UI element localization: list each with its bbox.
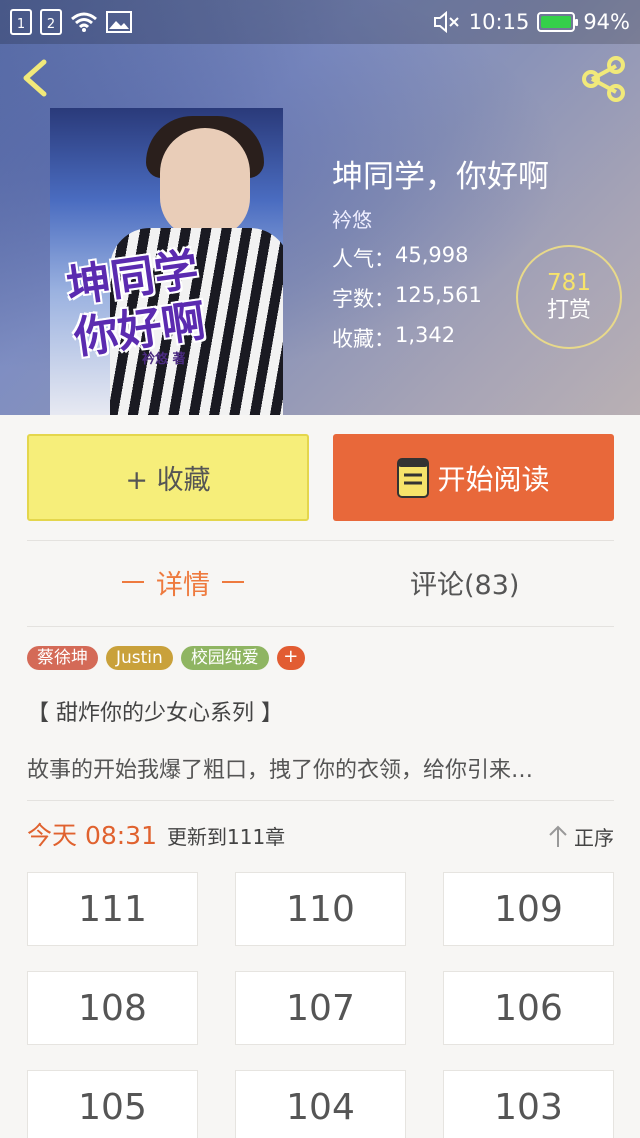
update-text: 更新到111章 bbox=[167, 825, 286, 849]
share-icon bbox=[582, 56, 625, 102]
sort-toggle[interactable]: 正序 bbox=[548, 822, 614, 851]
sim2-icon: 2 bbox=[40, 9, 62, 35]
book-title: 坤同学，你好啊 bbox=[332, 159, 549, 195]
wifi-icon bbox=[71, 12, 97, 32]
cover-author: 衿悠 著 bbox=[142, 352, 186, 367]
start-reading-button[interactable]: 开始阅读 bbox=[333, 434, 614, 521]
book-author[interactable]: 衿悠 bbox=[332, 204, 549, 233]
image-icon bbox=[106, 11, 132, 33]
more-tags-button[interactable]: + bbox=[276, 646, 305, 670]
chapter-cell[interactable]: 110 bbox=[235, 872, 406, 946]
reward-button[interactable]: 781 打赏 bbox=[516, 245, 622, 349]
tag[interactable]: Justin bbox=[106, 646, 173, 670]
tab-detail[interactable]: 详情 bbox=[110, 558, 256, 606]
tag[interactable]: 校园纯爱 bbox=[180, 646, 269, 670]
stat-popularity: 人气： 45,998 bbox=[332, 243, 469, 271]
sort-label: 正序 bbox=[574, 826, 614, 850]
chapter-cell[interactable]: 108 bbox=[27, 971, 198, 1045]
series-title: 【 甜炸你的少女心系列 】 bbox=[27, 701, 283, 726]
chapter-cell[interactable]: 111 bbox=[27, 872, 198, 946]
add-favorite-button[interactable]: + 收藏 bbox=[27, 434, 309, 521]
chapter-cell[interactable]: 103 bbox=[443, 1070, 614, 1138]
chevron-left-icon bbox=[23, 59, 47, 97]
tag-list: 蔡徐坤 Justin 校园纯爱 + bbox=[27, 646, 305, 670]
chapter-cell[interactable]: 109 bbox=[443, 872, 614, 946]
chapter-cell[interactable]: 107 bbox=[235, 971, 406, 1045]
status-bar: 1 2 10:15 94% bbox=[0, 0, 640, 44]
sim1-icon: 1 bbox=[10, 9, 32, 35]
divider bbox=[27, 626, 614, 627]
mute-icon bbox=[433, 11, 459, 33]
chapter-cell[interactable]: 105 bbox=[27, 1070, 198, 1138]
book-cover[interactable]: 坤同学 你好啊 衿悠 著 bbox=[50, 108, 283, 415]
reward-label: 打赏 bbox=[546, 298, 591, 323]
book-info: 坤同学，你好啊 衿悠 人气： 45,998 字数： 125,561 收藏： 1,342 bbox=[332, 156, 549, 353]
synopsis[interactable]: 故事的开始我爆了粗口，拽了你的衣领，给你引来… bbox=[27, 752, 617, 784]
divider bbox=[27, 540, 614, 541]
chapter-cell[interactable]: 104 bbox=[235, 1070, 406, 1138]
add-favorite-label: + 收藏 bbox=[125, 465, 211, 496]
battery-percent: 94% bbox=[583, 10, 630, 34]
start-reading-label: 开始阅读 bbox=[437, 462, 550, 496]
share-button[interactable] bbox=[580, 56, 628, 102]
clock: 10:15 bbox=[468, 10, 530, 34]
update-info: 今天 08:31 更新到111章 bbox=[27, 816, 285, 852]
battery-icon bbox=[537, 12, 579, 32]
chapter-cell[interactable]: 106 bbox=[443, 971, 614, 1045]
stat-favorites: 收藏： 1,342 bbox=[332, 323, 456, 351]
tab-comments[interactable]: 评论(83) bbox=[410, 558, 519, 606]
back-button[interactable] bbox=[16, 58, 56, 98]
book-icon bbox=[397, 457, 430, 498]
tag[interactable]: 蔡徐坤 bbox=[27, 646, 98, 670]
chapter-grid: 111 110 109 108 107 106 105 104 103 bbox=[27, 872, 614, 1138]
update-time: 今天 08:31 bbox=[27, 821, 157, 850]
divider bbox=[27, 800, 614, 801]
arrow-up-icon bbox=[549, 825, 567, 847]
reward-count: 781 bbox=[547, 270, 591, 296]
